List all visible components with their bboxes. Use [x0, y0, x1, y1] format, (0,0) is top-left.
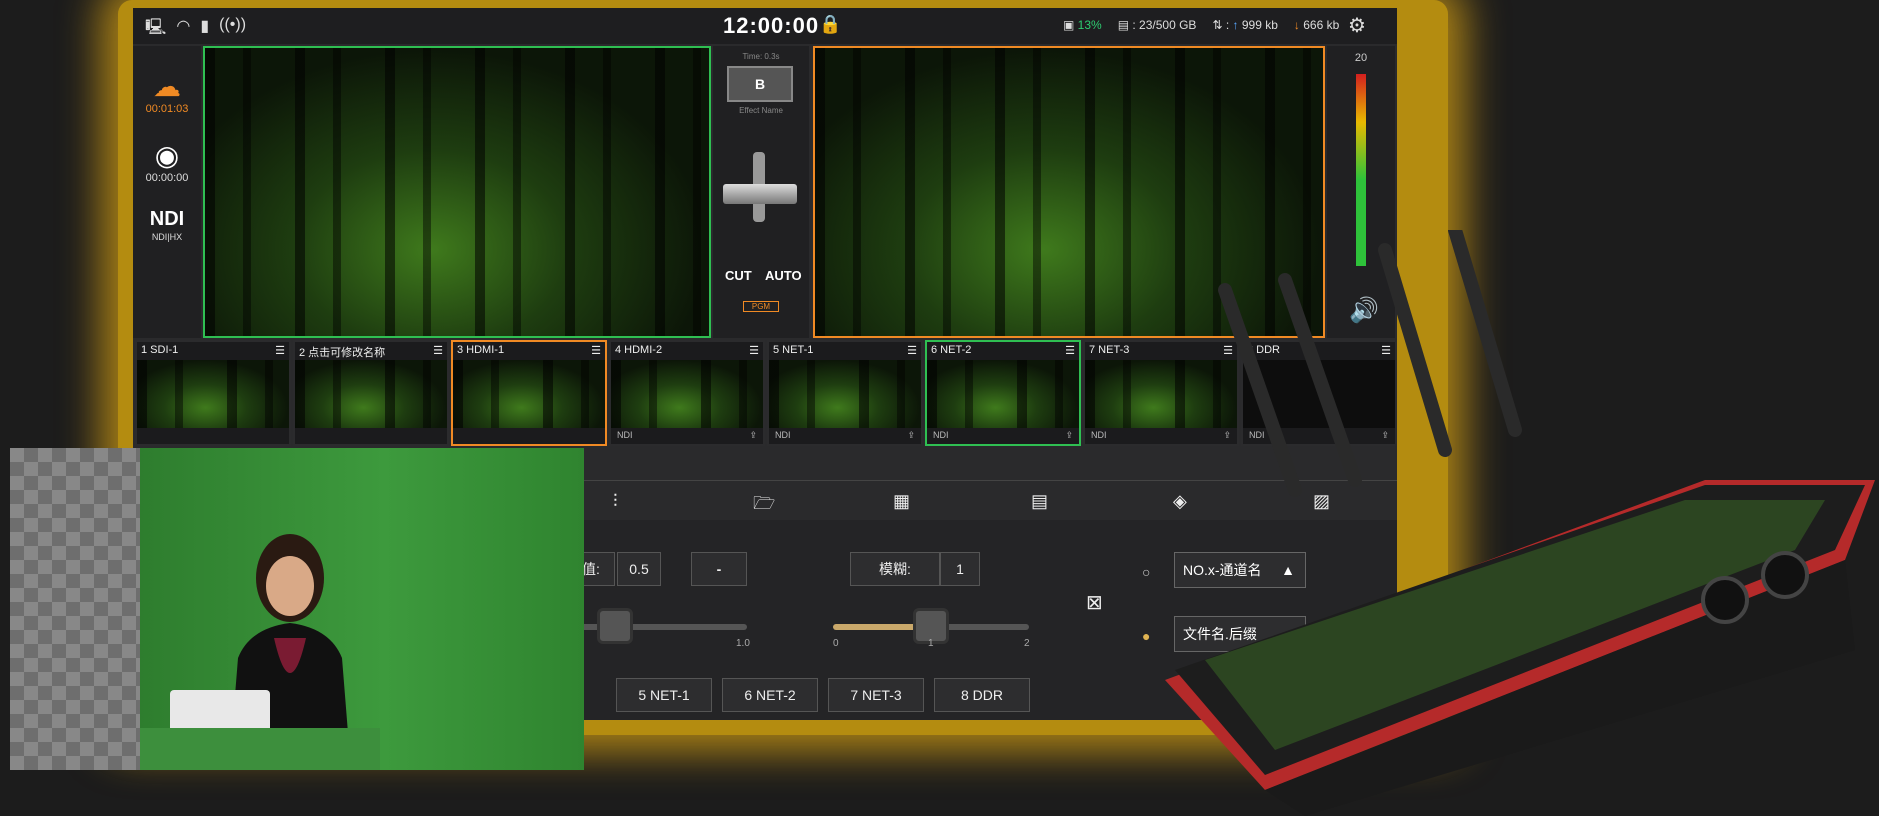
- t-bar-handle[interactable]: [723, 184, 797, 204]
- ndi-tag: NDI: [617, 430, 633, 440]
- xlr-port: [1761, 551, 1809, 599]
- menu-icon[interactable]: ☰: [1065, 344, 1075, 358]
- source-image: [927, 360, 1079, 428]
- source-label: 4 HDMI-2: [615, 344, 663, 356]
- preview-window[interactable]: [203, 46, 711, 338]
- source-thumb-1[interactable]: 1 SDI-1 ☰: [135, 340, 291, 446]
- preview-image: [205, 48, 709, 336]
- source-label: 1 SDI-1: [141, 344, 179, 356]
- slider1-max: 1.0: [736, 638, 750, 649]
- slider2-mid: 1: [928, 638, 934, 649]
- sidebar: ☁ 00:01:03 ◉ 00:00:00 NDI NDI|HX: [133, 46, 201, 338]
- source-button-5[interactable]: 5 NET-1: [616, 678, 712, 712]
- effect-name: Effect Name: [739, 106, 783, 115]
- clock: 12:00:00: [723, 13, 820, 38]
- folder-icon[interactable]: 🗁: [753, 491, 775, 521]
- source-button-7[interactable]: 7 NET-3: [828, 678, 924, 712]
- antenna: [1278, 273, 1362, 487]
- cloud-icon: ☁: [152, 71, 181, 102]
- status-bar: 🖳 ◠ ▮ ((•)) 12:00:00 🔒 ▣ 13% ▤ : 23/500 …: [133, 8, 1397, 44]
- cut-button[interactable]: CUT: [725, 268, 752, 283]
- source-image: [769, 360, 921, 428]
- menu-icon[interactable]: ☰: [749, 344, 759, 358]
- source-button-6[interactable]: 6 NET-2: [722, 678, 818, 712]
- switcher-device: [1165, 230, 1875, 816]
- threshold-knob[interactable]: [597, 608, 633, 644]
- source-thumb-5[interactable]: 5 NET-1 ☰ NDI ⇪: [767, 340, 923, 446]
- mixer-icon[interactable]: ⫶: [613, 491, 618, 512]
- lock-icon[interactable]: 🔒: [819, 14, 841, 35]
- slider2-max: 2: [1024, 638, 1030, 649]
- effect-selector[interactable]: B: [727, 66, 793, 102]
- ndi-button[interactable]: NDI NDI|HX: [150, 208, 184, 243]
- stream-time: 00:01:03: [145, 103, 189, 115]
- record-button[interactable]: ◉ 00:00:00: [146, 139, 189, 184]
- source-image: [295, 360, 447, 428]
- transition-panel: Time: 0.3s B Effect Name CUT AUTO PGM: [713, 46, 809, 338]
- pgm-tag: PGM: [743, 301, 779, 312]
- monitor-icon: 🖳: [145, 19, 167, 36]
- source-thumb-2[interactable]: 2 点击可修改名称 ☰: [293, 340, 449, 446]
- antenna: [1448, 230, 1522, 437]
- menu-icon[interactable]: ☰: [433, 344, 443, 358]
- ndi-sub: NDI|HX: [151, 232, 183, 242]
- source-label: 6 NET-2: [931, 344, 972, 356]
- menu-icon[interactable]: ☰: [591, 344, 601, 358]
- signal-icon: ▮: [200, 18, 210, 35]
- minus-button[interactable]: -: [691, 552, 747, 586]
- transition-time: Time: 0.3s: [742, 52, 780, 61]
- chroma-key-photo: [10, 448, 584, 770]
- import-icon[interactable]: ⇪: [1065, 430, 1073, 444]
- clipboard-icon[interactable]: ▤: [1031, 491, 1048, 512]
- storage-stat: ▤ : 23/500 GB: [1117, 18, 1197, 32]
- source-label: 7 NET-3: [1089, 344, 1130, 356]
- slider2-min: 0: [833, 638, 839, 649]
- source-thumb-6[interactable]: 6 NET-2 ☰ NDI ⇪: [925, 340, 1081, 446]
- image-swap-icon: ⊠: [1086, 592, 1103, 614]
- ndi-tag: NDI: [933, 430, 949, 440]
- source-thumb-3[interactable]: 3 HDMI-1 ☰: [451, 340, 607, 446]
- menu-icon[interactable]: ☰: [275, 344, 285, 358]
- import-icon[interactable]: ⇪: [749, 430, 757, 444]
- meter-top-label: 20: [1354, 52, 1368, 64]
- source-button-8[interactable]: 8 DDR: [934, 678, 1030, 712]
- antenna: [1218, 283, 1302, 497]
- source-image: [137, 360, 289, 428]
- record-icon: ◉: [154, 140, 180, 171]
- ndi-tag: NDI: [1091, 430, 1107, 440]
- antenna: [1378, 243, 1452, 457]
- calendar-icon[interactable]: ▦: [893, 491, 910, 512]
- cpu-stat: ▣ 13%: [1063, 18, 1102, 32]
- auto-button[interactable]: AUTO: [765, 268, 802, 283]
- desk: [140, 728, 380, 770]
- menu-icon[interactable]: ☰: [907, 344, 917, 358]
- source-label: 2 点击可修改名称: [299, 347, 386, 359]
- xlr-port: [1701, 576, 1749, 624]
- download-stat: ↓ 666 kb: [1293, 18, 1340, 32]
- wifi-icon: ◠: [176, 18, 191, 35]
- threshold-value[interactable]: 0.5: [617, 552, 661, 586]
- source-image: [611, 360, 763, 428]
- ndi-logo: NDI: [149, 208, 185, 230]
- source-label: 3 HDMI-1: [457, 344, 505, 356]
- stream-button[interactable]: ☁ 00:01:03: [146, 70, 189, 115]
- source-thumb-4[interactable]: 4 HDMI-2 ☰ NDI ⇪: [609, 340, 765, 446]
- upload-stat: ⇅ : ↑ 999 kb: [1212, 18, 1278, 32]
- blur-label: 模糊:: [850, 552, 940, 586]
- ndi-tag: NDI: [775, 430, 791, 440]
- system-stats: ▣ 13% ▤ : 23/500 GB ⇅ : ↑ 999 kb ↓ 666 k…: [1063, 18, 1339, 32]
- record-time: 00:00:00: [145, 172, 189, 184]
- blur-value[interactable]: 1: [940, 552, 980, 586]
- import-icon[interactable]: ⇪: [907, 430, 915, 444]
- gear-icon[interactable]: ⚙: [1348, 13, 1366, 38]
- antenna-icon: ((•)): [219, 16, 247, 33]
- status-icons: 🖳 ◠ ▮ ((•)): [145, 16, 246, 43]
- source-image: [453, 360, 605, 428]
- source-label: 5 NET-1: [773, 344, 814, 356]
